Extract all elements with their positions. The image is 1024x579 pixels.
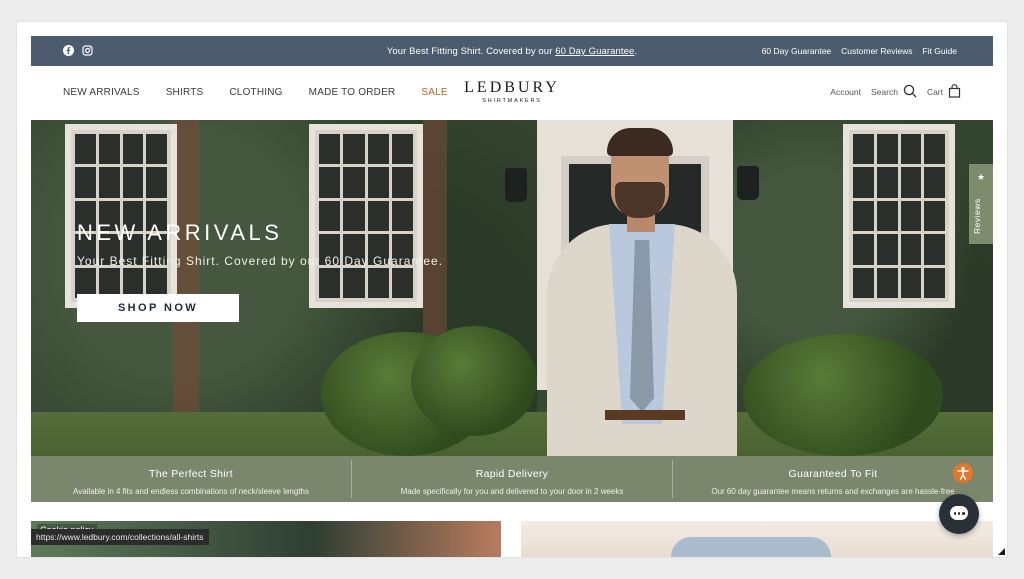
nav-item-new-arrivals[interactable]: NEW ARRIVALS [63, 87, 140, 98]
accessibility-icon[interactable] [953, 463, 973, 483]
chat-button[interactable] [939, 494, 979, 534]
feature-perfect-shirt: The Perfect Shirt Available in 4 fits an… [31, 460, 352, 498]
hero-subtitle: Your Best Fitting Shirt. Covered by our … [77, 254, 444, 268]
reviews-tab-label: Reviews [972, 198, 982, 234]
nav-item-clothing[interactable]: CLOTHING [229, 87, 282, 98]
site-header: NEW ARRIVALS SHIRTS CLOTHING MADE TO ORD… [31, 66, 993, 120]
cart-label: Cart [926, 87, 943, 97]
hero-window [843, 124, 955, 308]
hero-shrub [411, 326, 537, 436]
lantern-icon [737, 166, 759, 200]
guarantee-link[interactable]: 60 Day Guarantee [555, 46, 634, 57]
feature-title: Guaranteed To Fit [788, 468, 878, 480]
account-link[interactable]: Account [830, 87, 861, 97]
browser-viewport: Your Best Fitting Shirt. Covered by our … [17, 22, 1007, 557]
hero-title: NEW ARRIVALS [77, 220, 283, 245]
promo-text: Your Best Fitting Shirt. Covered by our [386, 46, 556, 57]
resize-corner-icon [998, 548, 1005, 555]
hero-banner[interactable]: NEW ARRIVALS Your Best Fitting Shirt. Co… [31, 120, 993, 456]
hero-copy: NEW ARRIVALS Your Best Fitting Shirt. Co… [77, 220, 443, 268]
shop-now-button[interactable]: SHOP NOW [77, 294, 239, 322]
star-icon: ★ [977, 172, 986, 182]
search-icon [903, 84, 917, 100]
hero-model [547, 128, 737, 456]
browser-status-url: https://www.ledbury.com/collections/all-… [31, 529, 209, 545]
nav-item-shirts[interactable]: SHIRTS [166, 87, 204, 98]
hero-window [309, 124, 423, 308]
announcement-links: 60 Day Guarantee Customer Reviews Fit Gu… [762, 46, 957, 56]
search-button[interactable]: Search [871, 84, 917, 100]
collection-card-right[interactable] [521, 521, 993, 557]
features-band: The Perfect Shirt Available in 4 fits an… [31, 456, 993, 502]
feature-title: The Perfect Shirt [149, 468, 233, 480]
search-label: Search [871, 87, 898, 97]
lantern-icon [505, 168, 527, 202]
logo-tagline: SHIRTMAKERS [482, 98, 542, 104]
feature-description: Our 60 day guarantee means returns and e… [711, 487, 955, 496]
nav-item-sale[interactable]: SALE [421, 87, 447, 98]
hero-shrub [743, 334, 943, 456]
feature-description: Available in 4 fits and endless combinat… [73, 487, 309, 496]
link-60-day-guarantee[interactable]: 60 Day Guarantee [762, 46, 831, 56]
main-nav: NEW ARRIVALS SHIRTS CLOTHING MADE TO ORD… [63, 87, 448, 98]
logo-wordmark: LEDBURY [464, 79, 560, 96]
feature-guaranteed-fit: Guaranteed To Fit Our 60 day guarantee m… [673, 460, 993, 498]
promo-suffix: . [634, 46, 638, 57]
nav-item-made-to-order[interactable]: MADE TO ORDER [309, 87, 396, 98]
hero-window [65, 124, 177, 308]
shopping-bag-icon [948, 84, 961, 100]
reviews-tab[interactable]: ★ Reviews [969, 164, 993, 244]
announcement-bar: Your Best Fitting Shirt. Covered by our … [31, 36, 993, 66]
link-fit-guide[interactable]: Fit Guide [923, 46, 958, 56]
link-customer-reviews[interactable]: Customer Reviews [841, 46, 912, 56]
site-logo[interactable]: LEDBURY SHIRTMAKERS [459, 79, 565, 104]
feature-title: Rapid Delivery [475, 468, 549, 480]
chat-bubble-icon [950, 506, 968, 520]
feature-rapid-delivery: Rapid Delivery Made specifically for you… [352, 460, 673, 498]
feature-description: Made specifically for you and delivered … [400, 487, 624, 496]
cart-button[interactable]: Cart [927, 84, 961, 100]
utility-nav: Account Search Cart [830, 84, 961, 100]
